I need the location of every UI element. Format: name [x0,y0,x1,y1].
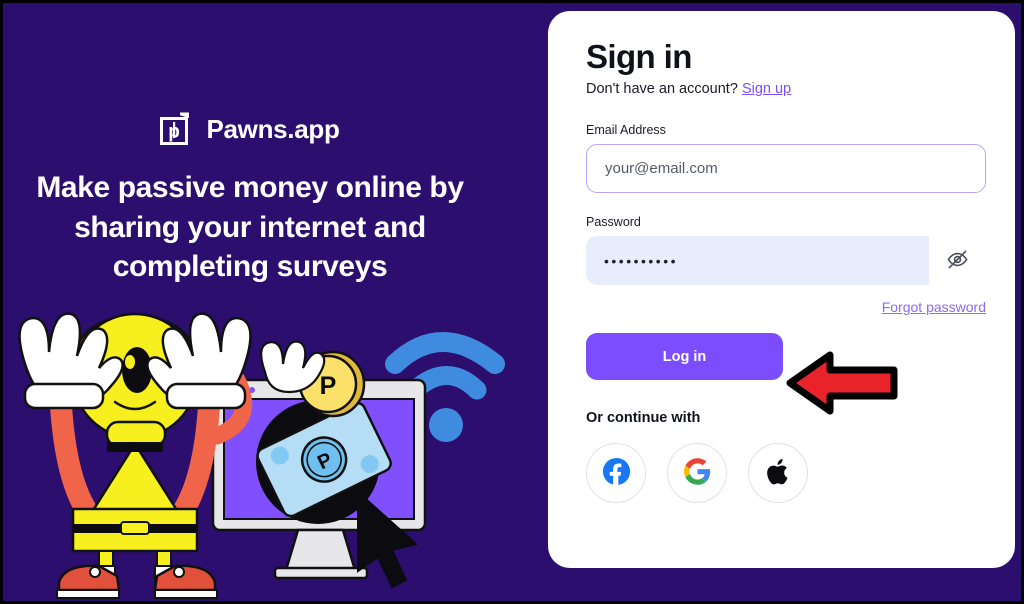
signin-card: Sign in Don't have an account? Sign up E… [548,11,1015,568]
password-input[interactable] [586,236,929,286]
signup-prompt-text: Don't have an account? [586,81,738,98]
password-visibility-toggle[interactable] [929,236,986,286]
promo-illustration: P P [18,312,505,599]
promo-headline: Make passive money online by sharing you… [36,171,464,284]
google-login-button[interactable] [667,443,727,504]
brand: p Pawns.app [3,111,495,147]
email-input[interactable] [586,144,986,194]
app-screen: p Pawns.app Make passive money online by… [0,0,1024,604]
brand-name: Pawns.app [206,113,340,144]
eye-off-icon [946,248,969,274]
pawns-logo-icon: p [158,111,192,147]
svg-text:P: P [320,372,337,400]
apple-icon [765,457,792,490]
page-title: Sign in [586,38,692,75]
login-button[interactable]: Log in [586,333,783,381]
signup-link[interactable]: Sign up [742,81,791,97]
facebook-icon [601,456,632,490]
left-promo-panel: p Pawns.app Make passive money online by… [3,3,548,601]
forgot-password-row: Forgot password [586,299,986,317]
facebook-login-button[interactable] [586,443,646,504]
email-label: Email Address [586,123,666,138]
password-label: Password [586,215,641,230]
password-field-wrapper [586,236,986,286]
forgot-password-link[interactable]: Forgot password [882,299,986,315]
apple-login-button[interactable] [748,443,808,504]
google-icon [683,458,711,488]
social-login-row [586,443,986,504]
signup-prompt: Don't have an account? Sign up [586,81,986,97]
red-left-arrow-annotation [786,351,898,415]
